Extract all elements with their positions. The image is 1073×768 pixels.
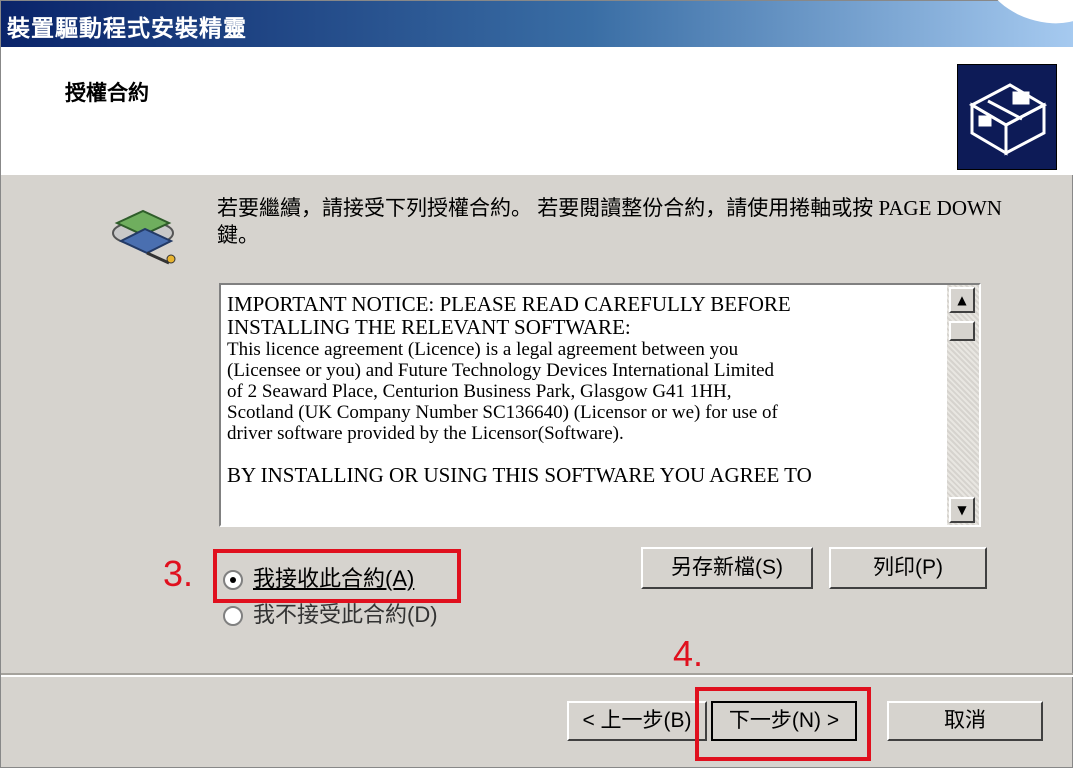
instruction-text: 若要繼續，請接受下列授權合約。 若要閱讀整份合約，請使用捲軸或按 PAGE DO… [217,196,1002,247]
footer-separator-highlight [1,675,1073,677]
license-line: BY INSTALLING OR USING THIS SOFTWARE YOU… [227,463,812,487]
scroll-up-button[interactable]: ▲ [949,287,975,313]
license-textbox[interactable]: IMPORTANT NOTICE: PLEASE READ CAREFULLY … [219,283,981,527]
setup-disc-icon [107,193,183,265]
license-line: IMPORTANT NOTICE: PLEASE READ CAREFULLY … [227,292,791,316]
wizard-header: 授權合約 [1,47,1073,175]
scroll-thumb[interactable] [949,321,975,341]
step3-annotation: 3. [163,553,194,594]
installer-window: 裝置驅動程式安裝精靈 授權合約 若要繼續，請接受下列授權合約。 若要閱讀整份合約… [0,0,1073,768]
decline-label: 我不接受此合約(D) [253,602,438,627]
hardware-wizard-icon [957,64,1057,170]
arrow-down-icon: ▼ [957,503,967,517]
step3-highlight-box [213,549,461,603]
title-bar: 裝置驅動程式安裝精靈 [1,1,1073,47]
arrow-up-icon: ▲ [957,293,967,307]
save-as-button[interactable]: 另存新檔(S) [641,547,813,589]
license-line: (Licensee or you) and Future Technology … [227,360,775,381]
decline-radio[interactable] [223,606,243,627]
print-button[interactable]: 列印(P) [829,547,987,589]
license-content: IMPORTANT NOTICE: PLEASE READ CAREFULLY … [227,293,947,487]
step4-highlight-box [695,687,871,761]
header-separator [1,173,1073,175]
license-line: This licence agreement (Licence) is a le… [227,339,739,360]
cancel-button[interactable]: 取消 [887,701,1043,741]
scroll-down-button[interactable]: ▼ [949,497,975,523]
section-title: 授權合約 [65,81,149,105]
window-title: 裝置驅動程式安裝精靈 [7,16,247,42]
license-line: Scotland (UK Company Number SC136640) (L… [227,402,778,423]
step4-annotation: 4. [673,633,704,674]
license-line: INSTALLING THE RELEVANT SOFTWARE: [227,315,631,339]
back-button[interactable]: < 上一步(B) [567,701,707,741]
vertical-scrollbar[interactable]: ▲ ▼ [947,285,979,525]
license-line: driver software provided by the Licensor… [227,423,624,444]
license-line: of 2 Seaward Place, Centurion Business P… [227,381,732,402]
